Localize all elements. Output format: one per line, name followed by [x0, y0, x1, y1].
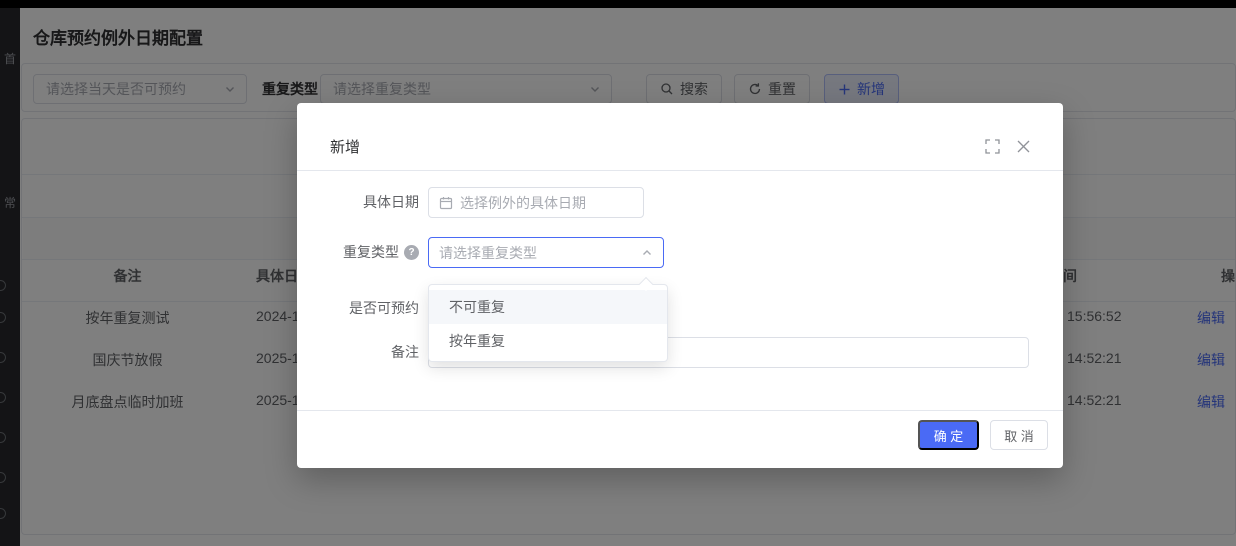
dropdown-arrow: [639, 277, 653, 291]
dialog-title: 新增: [330, 136, 360, 157]
reservable-field-label: 是否可预约: [297, 293, 419, 324]
repeat-field-label: 重复类型 ?: [297, 237, 419, 268]
date-picker-placeholder: 选择例外的具体日期: [460, 193, 586, 213]
remark-field-label-text: 备注: [391, 337, 419, 368]
repeat-type-select[interactable]: 请选择重复类型: [428, 237, 664, 268]
add-dialog: 新增 具体日期 选择例外的具体日期: [297, 103, 1063, 468]
question-help-icon[interactable]: ?: [404, 245, 419, 260]
calendar-icon: [439, 196, 453, 210]
app-root: 首 常 仓库预约例外日期配置 请选择当天是否可预约 重复类型 请选择重复类型 搜…: [0, 0, 1236, 546]
dialog-header-divider: [297, 170, 1063, 171]
reservable-field-label-text: 是否可预约: [349, 293, 419, 324]
dropdown-option-yearly[interactable]: 按年重复: [429, 324, 667, 358]
fullscreen-icon[interactable]: [985, 139, 1000, 154]
repeat-type-dropdown: 不可重复 按年重复: [428, 284, 668, 362]
confirm-button[interactable]: 确 定: [918, 420, 979, 450]
date-field-label-text: 具体日期: [363, 187, 419, 218]
cancel-button[interactable]: 取 消: [990, 420, 1048, 450]
close-icon[interactable]: [1016, 139, 1031, 154]
chevron-up-icon: [641, 247, 653, 259]
date-field-label: 具体日期: [297, 187, 419, 218]
remark-field-label: 备注: [297, 337, 419, 368]
repeat-field-label-text: 重复类型: [343, 237, 399, 268]
dropdown-option-no-repeat[interactable]: 不可重复: [429, 290, 667, 324]
dialog-footer-divider: [297, 410, 1063, 411]
date-picker-input[interactable]: 选择例外的具体日期: [428, 187, 644, 218]
repeat-type-select-placeholder: 请选择重复类型: [439, 243, 634, 263]
